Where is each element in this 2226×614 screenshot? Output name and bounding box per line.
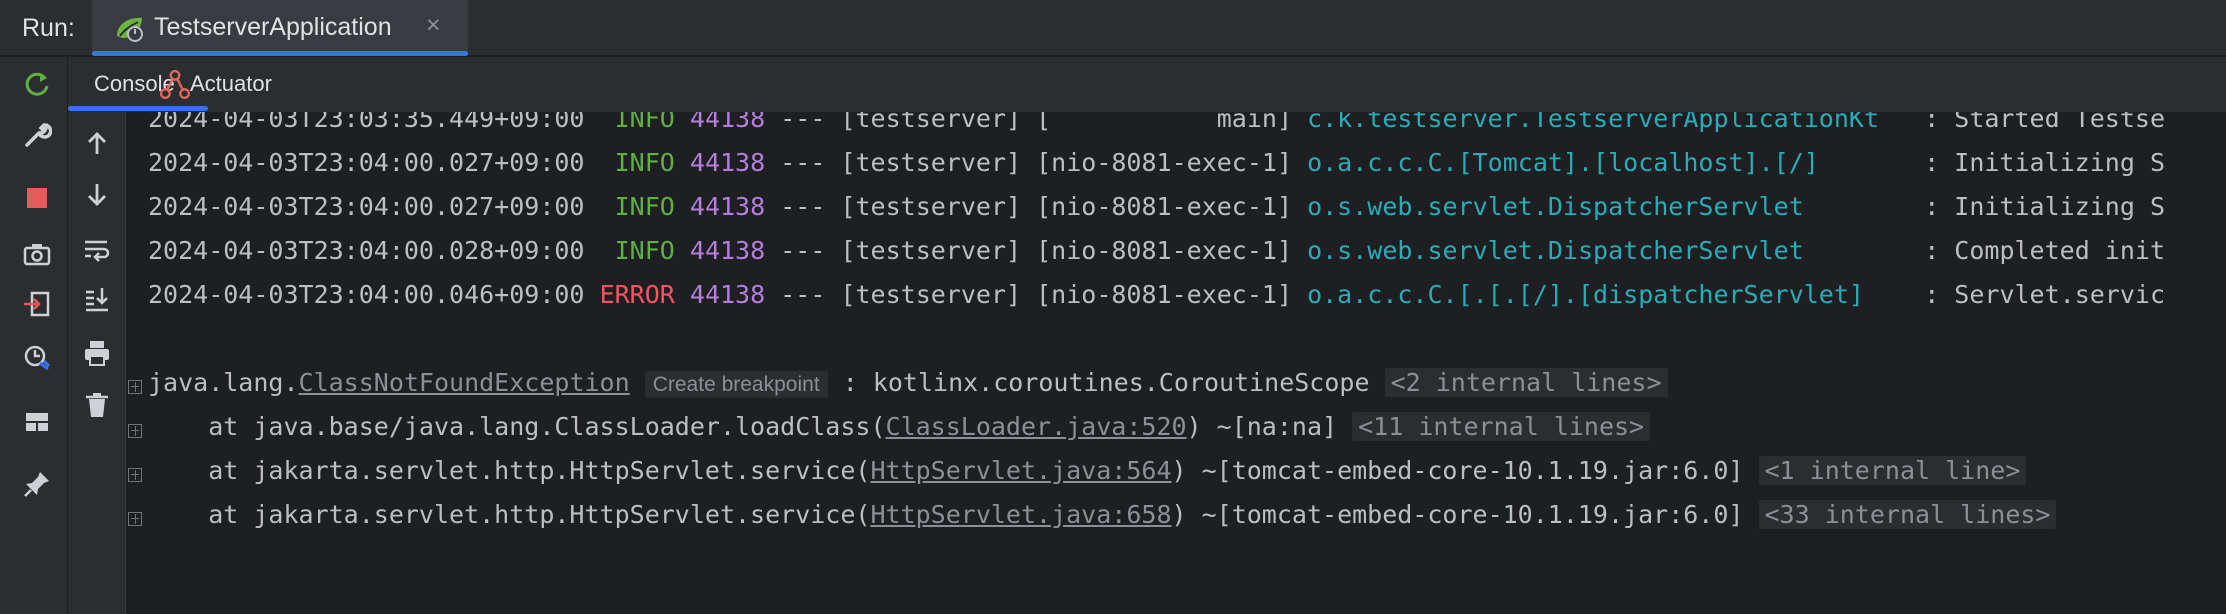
run-tab-testserver-application[interactable]: TestserverApplication ×	[92, 0, 468, 56]
rerun-icon[interactable]	[22, 69, 52, 99]
camera-icon[interactable]	[22, 239, 52, 269]
exception-class-link[interactable]: ClassNotFoundException	[299, 368, 630, 397]
source-link[interactable]: ClassLoader.java:520	[886, 412, 1187, 441]
stop-icon[interactable]	[22, 183, 52, 213]
active-tab-indicator	[92, 51, 468, 56]
soft-wrap-icon[interactable]	[82, 234, 112, 264]
log-line: 2024-04-03T23:04:00.027+09:00 INFO 44138…	[148, 192, 2166, 221]
sub-tab-bar: Console Actuator	[68, 57, 2226, 112]
internal-lines-badge[interactable]: <11 internal lines>	[1352, 412, 1651, 441]
stack-frame: at jakarta.servlet.http.HttpServlet.serv…	[148, 454, 2027, 488]
console-tab-indicator	[68, 106, 208, 111]
log-line: 2024-04-03T23:04:00.046+09:00 ERROR 4413…	[148, 280, 2166, 309]
internal-lines-badge[interactable]: <33 internal lines>	[1758, 500, 2057, 529]
close-icon[interactable]: ×	[426, 11, 441, 40]
source-link[interactable]: HttpServlet.java:564	[870, 456, 1171, 485]
log-line: 2024-04-03T23:03:35.449+09:00 INFO 44138…	[148, 112, 2165, 133]
actuator-icon	[160, 70, 190, 100]
fold-toggle-icon[interactable]	[128, 424, 142, 438]
console-toolbar	[68, 112, 126, 614]
scroll-to-end-icon[interactable]	[82, 284, 112, 314]
log-line: 2024-04-03T23:04:00.028+09:00 INFO 44138…	[148, 236, 2166, 265]
run-label: Run:	[22, 14, 75, 42]
print-icon[interactable]	[82, 338, 112, 368]
run-actions-toolbar	[0, 57, 68, 614]
log-line: 2024-04-03T23:04:00.027+09:00 INFO 44138…	[148, 148, 2165, 177]
tab-actuator[interactable]: Actuator	[190, 71, 272, 97]
internal-lines-badge[interactable]: <2 internal lines>	[1384, 368, 1668, 397]
console-output[interactable]: 2024-04-03T23:03:35.449+09:00 INFO 44138…	[126, 112, 2226, 614]
coverage-icon[interactable]	[22, 343, 52, 373]
fold-toggle-icon[interactable]	[128, 512, 142, 526]
pin-icon[interactable]	[22, 469, 52, 499]
fold-toggle-icon[interactable]	[128, 380, 142, 394]
down-arrow-icon[interactable]	[82, 180, 112, 210]
up-arrow-icon[interactable]	[82, 128, 112, 158]
stack-frame: at java.base/java.lang.ClassLoader.loadC…	[148, 410, 1651, 444]
layout-icon[interactable]	[22, 407, 52, 437]
exception-line: java.lang.ClassNotFoundException Create …	[148, 366, 1668, 402]
fold-toggle-icon[interactable]	[128, 468, 142, 482]
spring-boot-icon	[114, 14, 146, 42]
trash-icon[interactable]	[82, 390, 112, 420]
stack-frame: at jakarta.servlet.http.HttpServlet.serv…	[148, 498, 2057, 532]
run-tab-title: TestserverApplication	[154, 13, 392, 41]
source-link[interactable]: HttpServlet.java:658	[870, 500, 1171, 529]
login-icon[interactable]	[22, 289, 52, 319]
run-toolwindow-header: Run: TestserverApplication ×	[0, 0, 2226, 56]
create-breakpoint-hint[interactable]: Create breakpoint	[644, 371, 828, 398]
internal-lines-badge[interactable]: <1 internal line>	[1758, 456, 2027, 485]
wrench-icon[interactable]	[22, 119, 52, 149]
